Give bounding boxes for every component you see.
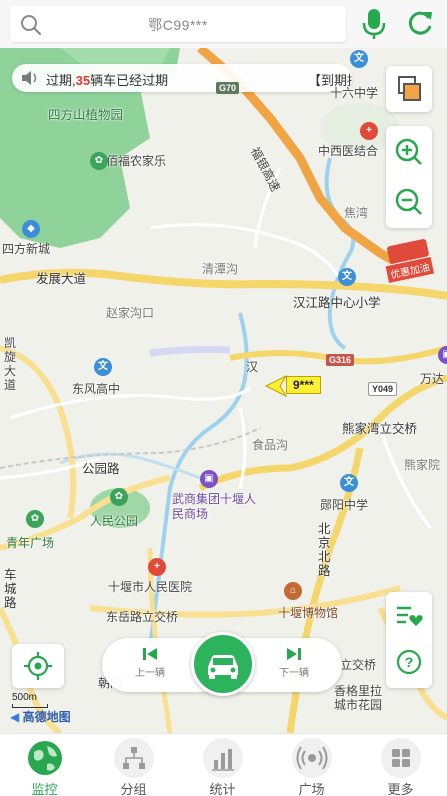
map-label-hanjiang: 汉江路中心小学	[293, 296, 381, 310]
vehicle-plate-tag: 9***	[286, 376, 321, 394]
school-poi-icon: 文	[340, 474, 358, 492]
school-poi-icon: 文	[338, 268, 356, 286]
tab-label: 监控	[31, 782, 58, 796]
map-label-qingnian: 青年广场	[6, 536, 55, 550]
list-help-control: ?	[386, 592, 432, 688]
refresh-icon[interactable]	[405, 8, 435, 38]
locate-icon	[24, 652, 52, 680]
map-label-fazhan: 发展大道	[36, 272, 87, 286]
hospital-poi-icon: +	[148, 558, 166, 576]
notice-text: 过期,35辆车已经过期	[46, 73, 169, 88]
school-poi-icon: 文	[94, 358, 112, 376]
search-query: 鄂C99***	[148, 17, 208, 33]
tab-label: 统计	[209, 782, 236, 796]
expired-count: 35	[75, 73, 91, 88]
map-label-xiangge: 香格里拉城市花园	[334, 684, 383, 712]
zoom-control	[386, 126, 432, 228]
park-poi-icon: ✿	[26, 510, 44, 528]
map-label-sifang: 四方新城	[2, 242, 51, 256]
hierarchy-icon	[114, 738, 154, 778]
broadcast-icon	[292, 738, 332, 778]
top-bar: 鄂C99***	[0, 0, 447, 48]
map-label-renmin: 人民公园	[90, 514, 139, 528]
next-label: 下一辆	[279, 668, 309, 679]
park-poi-icon: ✿	[90, 152, 108, 170]
map-scale: 500m	[12, 692, 48, 708]
grid-icon	[381, 738, 421, 778]
bar-chart-icon	[203, 738, 243, 778]
map-label-farm: 佰福农家乐	[106, 154, 167, 168]
map-label-shiliu: 十六中学	[330, 86, 379, 100]
tab-statistics[interactable]: 统计	[178, 734, 267, 796]
globe-icon	[28, 741, 62, 775]
map-label-han: 汉	[246, 360, 259, 374]
map-label-dongfeng: 东风高中	[72, 382, 121, 396]
layer-switch-button[interactable]	[386, 66, 432, 112]
map-label-wushang: 武商集团十堰人民商场	[172, 492, 257, 521]
map-label-xiongjia2: 熊家院	[404, 458, 441, 472]
center-vehicle-button[interactable]	[191, 632, 255, 696]
museum-poi-icon: ⌂	[284, 582, 302, 600]
next-icon	[287, 648, 301, 660]
vehicle-arrow-icon	[264, 374, 288, 398]
vehicle-switcher: 上一辆 下一辆	[102, 632, 342, 696]
map-label-museum: 十堰博物馆	[278, 606, 339, 620]
map-provider-logo: ◀ 高德地图	[10, 710, 71, 724]
road-shield-y049: Y049	[368, 382, 398, 396]
map-label-yunyang: 郧阳中学	[320, 498, 369, 512]
prev-vehicle-button[interactable]: 上一辆	[120, 646, 180, 679]
layers-icon	[398, 76, 421, 101]
school-poi-icon: 文	[350, 50, 368, 68]
scale-label: 500m	[12, 692, 38, 703]
map-label-beijing: 北京北路	[318, 522, 331, 578]
map-label-kaixuan: 凯旋大道	[4, 336, 17, 392]
map-label-zhongyi: 中西医结合	[318, 144, 379, 158]
prev-label: 上一辆	[135, 668, 165, 679]
road-shield-g316: G316	[326, 354, 355, 366]
map-label-lijiao: 立交桥	[340, 658, 377, 672]
microphone-icon[interactable]	[360, 6, 388, 42]
map-label-gongyuan: 公园路	[82, 462, 120, 476]
tab-label: 更多	[387, 782, 414, 796]
expiry-notice-banner[interactable]: 过期,35辆车已经过期 【到期提	[12, 64, 352, 92]
map-label-park: 四方山植物园	[48, 108, 124, 122]
car-icon	[208, 655, 238, 679]
map-label-chengpu: 车城路	[4, 568, 17, 610]
speaker-icon	[22, 71, 37, 85]
map-label-jiao: 焦湾	[344, 206, 369, 220]
tab-monitor[interactable]: 监控	[0, 734, 89, 796]
prev-icon	[143, 648, 157, 660]
tab-plaza[interactable]: 广场	[267, 734, 356, 796]
help-icon[interactable]: ?	[386, 640, 432, 688]
hospital-poi-icon: +	[360, 122, 378, 140]
map-label-dongyue: 东岳路立交桥	[106, 610, 179, 624]
tab-label: 广场	[298, 782, 325, 796]
map-view[interactable]: 过期,35辆车已经过期 【到期提 四方山植物园 佰福农家乐 四方新城 发展大道 …	[0, 48, 447, 733]
bottom-tab-bar: 监控 分组 统计 广场 更多	[0, 733, 447, 796]
svg-text:?: ?	[405, 654, 414, 670]
road-shield-g70: G70	[216, 82, 240, 94]
map-label-xiongjia: 熊家湾立交桥	[342, 422, 418, 436]
search-input[interactable]: 鄂C99***	[10, 6, 346, 42]
map-label-qingtan: 清潭沟	[202, 262, 239, 276]
amap-logo-icon: ◀	[10, 710, 20, 724]
map-label-hospital: 十堰市人民医院	[108, 580, 193, 594]
park-poi-icon: ✿	[110, 488, 128, 506]
tab-label: 分组	[120, 782, 147, 796]
zoom-out-icon[interactable]	[386, 176, 432, 226]
locate-button[interactable]	[12, 644, 64, 688]
tab-group[interactable]: 分组	[89, 734, 178, 796]
next-vehicle-button[interactable]: 下一辆	[264, 646, 324, 679]
zoom-in-icon[interactable]	[386, 126, 432, 176]
tab-more[interactable]: 更多	[356, 734, 445, 796]
shopping-poi-icon: ▣	[200, 470, 218, 488]
favorites-list-icon[interactable]	[386, 592, 432, 640]
school-poi-icon: ◆	[22, 220, 40, 238]
map-label-wanda: 万达	[420, 372, 445, 386]
map-label-zhaojia: 赵家沟口	[106, 306, 155, 320]
map-label-shipin: 食品沟	[252, 438, 289, 452]
